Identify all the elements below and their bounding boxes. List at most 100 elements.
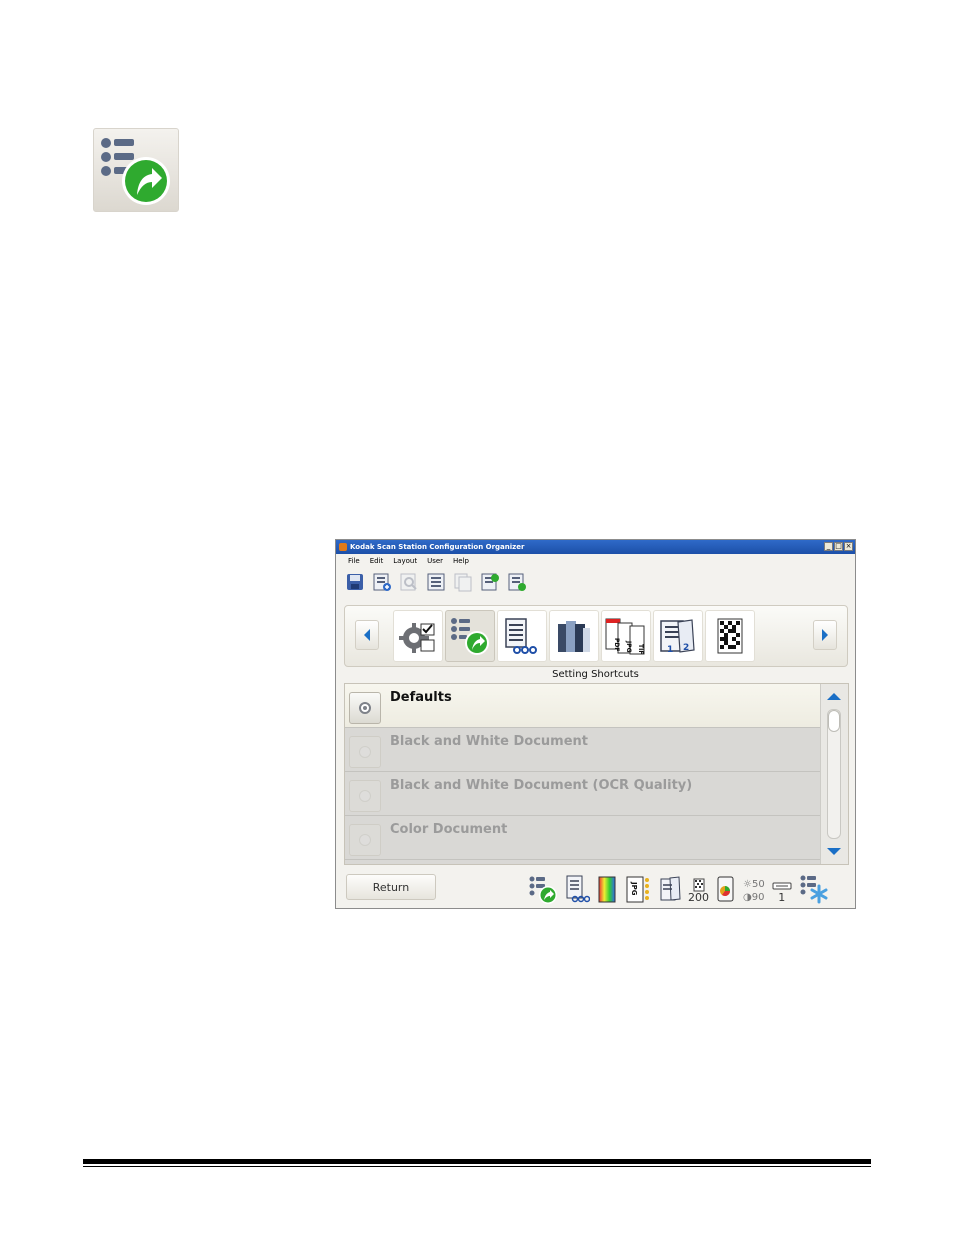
shortcut-radio[interactable] [349,780,381,812]
setting-shortcuts-large-icon [93,128,179,212]
radio-dot-icon [359,834,371,846]
bottom-bar: Return JPG 200 ☼50 ◑90 1 [336,868,855,908]
minimize-button[interactable]: _ [824,542,833,551]
list-config-button[interactable] [425,571,447,593]
shortcut-snowflake-icon [800,875,828,904]
search-config-button[interactable] [398,571,420,593]
radio-dot-icon [359,746,371,758]
list-config-icon [427,573,445,590]
setting-shortcuts-icon [529,876,557,904]
title-bar: Kodak Scan Station Configuration Organiz… [336,540,855,554]
import-config-button[interactable] [506,571,528,593]
shortcut-row-defaults[interactable]: Defaults [345,684,822,728]
window-title: Kodak Scan Station Configuration Organiz… [350,543,525,551]
maximize-button[interactable]: □ [834,542,843,551]
shortcut-row-bw-document[interactable]: Black and White Document [345,728,822,772]
shortcut-label: Black and White Document (OCR Quality) [390,778,693,793]
config-organizer-window: Kodak Scan Station Configuration Organiz… [335,539,856,909]
resolution-grid-icon [693,878,704,892]
status-file-type[interactable]: JPG [624,874,652,904]
scroll-up-button[interactable] [823,685,845,707]
toolbar [336,568,855,595]
device-settings-icon [399,623,435,653]
status-brightness-contrast[interactable]: ☼50 ◑90 [743,878,765,904]
page-number-2-label: 2 [683,643,689,653]
category-file-types[interactable]: PDF JPG TIF [601,610,651,662]
shortcut-row-color-document[interactable]: Color Document [345,816,822,860]
add-config-icon [373,573,391,591]
menu-edit[interactable]: Edit [366,554,388,568]
category-next-button[interactable] [813,620,837,650]
import-config-icon [508,573,526,591]
category-device-settings[interactable] [393,610,443,662]
list-scrollbar[interactable] [820,684,848,864]
category-barcode[interactable] [705,610,755,662]
scroll-track[interactable] [827,709,841,839]
copy-config-icon [454,573,472,591]
jpg-file-icon: JPG [626,876,649,903]
status-resolution[interactable]: 200 [688,878,709,904]
menu-user[interactable]: User [423,554,447,568]
category-bar: PDF JPG TIF 1 2 [344,605,848,667]
footer-rule-thin [83,1166,871,1167]
arrow-right-icon [822,629,828,641]
shortcut-list: Defaults Black and White Document Black … [344,683,849,865]
shortcut-radio[interactable] [349,736,381,768]
barcode-icon [717,618,743,654]
color-mode-icon [598,876,616,903]
menu-bar: File Edit Layout User Help [336,554,855,568]
arrow-down-icon [827,848,841,855]
file-type-jpg-label: JPG [625,640,632,653]
radio-dot-icon [359,790,371,802]
category-color-settings[interactable] [549,610,599,662]
shortcut-label: Color Document [390,822,508,837]
setting-shortcuts-icon [451,618,489,655]
scroll-down-button[interactable] [823,841,845,863]
page-numbering-icon: 1 2 [660,619,695,655]
save-button[interactable] [344,571,366,593]
status-icons: JPG 200 ☼50 ◑90 1 [528,872,829,904]
category-document-settings[interactable] [497,610,547,662]
save-icon [347,573,363,590]
scroll-thumb[interactable] [828,710,840,732]
category-page-numbering[interactable]: 1 2 [653,610,703,662]
status-pages[interactable] [658,874,682,904]
category-prev-button[interactable] [355,620,379,650]
copies-value: 1 [778,891,786,904]
page-numbering-icon [660,876,681,901]
category-caption: Setting Shortcuts [552,669,639,680]
menu-file[interactable]: File [344,554,364,568]
export-config-button[interactable] [479,571,501,593]
category-setting-shortcuts[interactable] [445,610,495,662]
status-copies[interactable]: 1 [771,880,793,904]
status-color[interactable] [596,874,618,904]
file-type-pdf-label: PDF [613,638,620,651]
shortcut-radio[interactable] [349,824,381,856]
footer-rule [83,1159,871,1164]
status-shortcut-edit[interactable] [799,874,829,904]
file-types-icon: PDF JPG TIF [605,618,645,655]
brightness-value: ☼50 [743,879,765,890]
contrast-value: ◑90 [743,892,765,903]
shortcut-row-bw-ocr[interactable]: Black and White Document (OCR Quality) [345,772,822,816]
return-button[interactable]: Return [346,874,436,900]
file-type-tif-label: TIF [637,644,644,654]
menu-help[interactable]: Help [449,554,473,568]
copy-config-button[interactable] [452,571,474,593]
page-number-1-label: 1 [667,645,673,655]
status-document[interactable] [564,874,590,904]
app-icon [339,543,347,551]
menu-layout[interactable]: Layout [389,554,421,568]
shortcut-radio[interactable] [349,692,381,724]
document-settings-icon [566,875,590,903]
add-config-button[interactable] [371,571,393,593]
status-image[interactable] [715,874,737,904]
radio-dot-icon [359,702,371,714]
status-shortcut[interactable] [528,874,558,904]
shortcut-label: Black and White Document [390,734,588,749]
close-button[interactable]: × [844,542,853,551]
document-settings-icon [505,618,537,654]
image-settings-icon [717,876,734,902]
arrow-left-icon [364,629,370,641]
export-config-icon [481,573,499,590]
